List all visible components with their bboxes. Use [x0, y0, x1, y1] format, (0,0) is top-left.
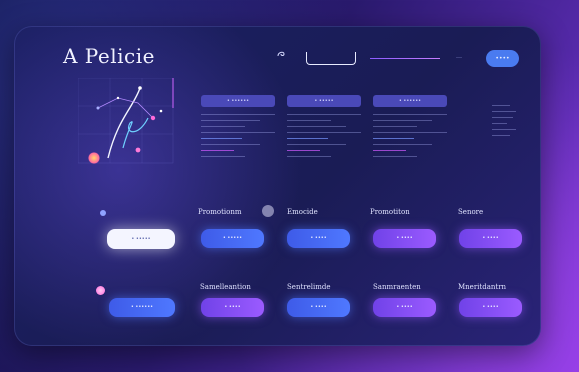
action-button[interactable]: • ••••	[287, 229, 350, 248]
search-input[interactable]	[306, 52, 356, 65]
secondary-action-button[interactable]: • ••••••	[109, 298, 175, 317]
column-tag[interactable]: • ••••••	[201, 95, 275, 107]
action-button[interactable]: • ••••	[287, 298, 350, 317]
section-label: Sentrelimde	[287, 283, 331, 291]
node-dot	[88, 152, 100, 164]
section-label: Promotionm	[198, 208, 242, 216]
column-2: • •••••	[287, 95, 361, 162]
node-dot	[100, 210, 106, 216]
column-3: • ••••••	[373, 95, 447, 162]
signup-button[interactable]: ••••	[486, 50, 519, 67]
column-tag[interactable]: • ••••••	[373, 95, 447, 107]
action-button[interactable]: • ••••	[201, 298, 264, 317]
column-1: • ••••••	[201, 95, 275, 162]
slider-knob[interactable]	[262, 205, 274, 217]
action-button[interactable]: • •••••	[201, 229, 264, 248]
section-label: Promotiton	[370, 208, 410, 216]
swirl-icon[interactable]	[276, 49, 287, 60]
section-label: Mneritdantrn	[458, 283, 507, 291]
node-dot	[96, 286, 105, 295]
panel-glow	[14, 26, 541, 346]
side-list	[492, 100, 522, 141]
primary-action-button[interactable]: • •••••	[107, 229, 175, 249]
action-button[interactable]: • ••••	[373, 298, 436, 317]
column-tag[interactable]: • •••••	[287, 95, 361, 107]
app-window	[14, 26, 541, 346]
app-logo: A Pelicie	[63, 44, 155, 68]
action-button[interactable]: • ••••	[373, 229, 436, 248]
section-label: Sanmraenten	[373, 283, 421, 291]
section-label: Emocide	[287, 208, 318, 216]
section-label: Samelleantion	[200, 283, 251, 291]
section-label: Senore	[458, 208, 484, 216]
nav-link-underline[interactable]	[370, 58, 440, 59]
nav-link[interactable]: …	[456, 53, 462, 60]
action-button[interactable]: • ••••	[459, 229, 522, 248]
action-button[interactable]: • ••••	[459, 298, 522, 317]
